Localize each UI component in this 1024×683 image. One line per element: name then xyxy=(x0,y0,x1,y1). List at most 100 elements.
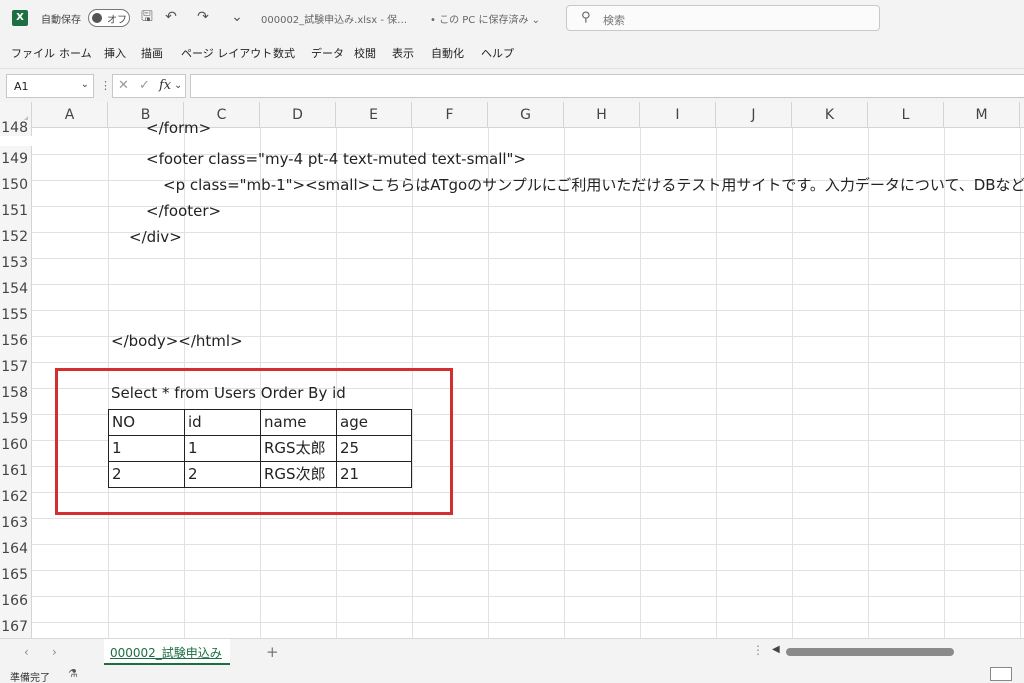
row-header-164[interactable]: 164 xyxy=(0,536,32,562)
tab-page-layout[interactable]: ページ レイアウト xyxy=(181,45,272,61)
name-box-value: A1 xyxy=(14,80,29,93)
column-header-l[interactable]: L xyxy=(868,102,944,128)
tab-automate[interactable]: 自動化 xyxy=(431,45,464,61)
row-header-161[interactable]: 161 xyxy=(0,458,32,484)
tab-split-icon[interactable]: ⋮ xyxy=(752,643,764,657)
excel-logo-icon: X xyxy=(12,10,28,26)
column-header-i[interactable]: I xyxy=(640,102,716,128)
insert-function-icon[interactable]: fx xyxy=(159,78,171,93)
tab-data[interactable]: データ xyxy=(311,45,344,61)
row-header-159[interactable]: 159 xyxy=(0,406,32,432)
cell-text-row-156[interactable]: </body></html> xyxy=(111,328,243,354)
gridline xyxy=(792,128,793,638)
tab-help[interactable]: ヘルプ xyxy=(481,45,514,61)
search-placeholder: 検索 xyxy=(603,14,625,27)
tab-insert[interactable]: 挿入 xyxy=(104,45,126,61)
horizontal-scrollbar[interactable]: ◀ xyxy=(772,644,1024,657)
row-header-160[interactable]: 160 xyxy=(0,432,32,458)
tab-file[interactable]: ファイル xyxy=(11,45,55,61)
autosave-state: オフ xyxy=(107,15,127,26)
gridline xyxy=(488,128,489,638)
redo-icon[interactable]: ↷ xyxy=(194,8,212,26)
column-header-d[interactable]: D xyxy=(260,102,336,128)
gridline xyxy=(32,544,1024,545)
fx-chevron-icon[interactable]: ⌄ xyxy=(174,80,182,91)
cell-text-row-151[interactable]: </footer> xyxy=(146,198,221,224)
gridline xyxy=(32,596,1024,597)
gridline xyxy=(564,128,565,638)
search-box[interactable]: ⚲ 検索 xyxy=(566,5,880,31)
row-header-166[interactable]: 166 xyxy=(0,588,32,614)
row-header-154[interactable]: 154 xyxy=(0,276,32,302)
gridline xyxy=(32,284,1024,285)
undo-icon[interactable]: ↶ xyxy=(162,8,180,26)
row-header-151[interactable]: 151 xyxy=(0,198,32,224)
cell-text-row-152[interactable]: </div> xyxy=(129,224,182,250)
scrollbar-thumb[interactable] xyxy=(786,648,954,656)
gridline xyxy=(32,518,1024,519)
column-header-f[interactable]: F xyxy=(412,102,488,128)
tab-home[interactable]: ホーム xyxy=(59,45,92,61)
row-header-162[interactable]: 162 xyxy=(0,484,32,510)
enter-icon[interactable]: ✓ xyxy=(139,78,150,93)
gridline xyxy=(32,258,1024,259)
row-header-152[interactable]: 152 xyxy=(0,224,32,250)
gridline xyxy=(944,128,945,638)
row-header-150[interactable]: 150 xyxy=(0,172,32,198)
title-bar: X 自動保存 オフ 🖫 ↶ ↷ ⌄ 000002_試験申込み.xlsx - 保…… xyxy=(0,0,1024,36)
save-state[interactable]: • この PC に保存済み ⌄ xyxy=(430,11,540,26)
row-header-149[interactable]: 149 xyxy=(0,146,32,172)
sheet-tab-bar: ‹ › 000002_試験申込み + ⋮ ◀ xyxy=(0,638,1024,666)
more-options-icon[interactable]: ⋮ xyxy=(100,79,111,92)
scroll-left-icon[interactable]: ◀ xyxy=(772,644,780,655)
prev-sheet-icon[interactable]: ‹ xyxy=(24,645,29,659)
autosave-toggle[interactable]: オフ xyxy=(88,9,130,27)
tab-formulas[interactable]: 数式 xyxy=(273,45,295,61)
column-header-j[interactable]: J xyxy=(716,102,792,128)
column-header-k[interactable]: K xyxy=(792,102,868,128)
row-header-155[interactable]: 155 xyxy=(0,302,32,328)
tab-view[interactable]: 表示 xyxy=(392,45,414,61)
highlight-box xyxy=(55,368,453,515)
cell-text-row-148[interactable]: </form> xyxy=(146,120,211,136)
add-sheet-icon[interactable]: + xyxy=(266,643,279,661)
cell-text-row-149[interactable]: <footer class="my-4 pt-4 text-muted text… xyxy=(146,146,526,172)
formula-input[interactable] xyxy=(190,74,1024,98)
row-header-158[interactable]: 158 xyxy=(0,380,32,406)
customize-toolbar-icon[interactable]: ⌄ xyxy=(228,8,246,26)
chevron-down-icon[interactable]: ⌄ xyxy=(81,79,89,90)
autosave-label: 自動保存 xyxy=(41,15,81,26)
row-header-165[interactable]: 165 xyxy=(0,562,32,588)
row-header-153[interactable]: 153 xyxy=(0,250,32,276)
gridline xyxy=(868,128,869,638)
formula-buttons: ✕ ✓ fx ⌄ xyxy=(112,74,186,98)
gridline xyxy=(32,570,1024,571)
ribbon-tabs: ファイル ホーム 挿入 描画 ページ レイアウト 数式 データ 校閲 表示 自動… xyxy=(0,36,1024,68)
cell-text-row-150[interactable]: <p class="mb-1"><small>こちらはATgoのサンプルにご利用… xyxy=(163,172,1024,198)
file-name[interactable]: 000002_試験申込み.xlsx - 保… xyxy=(261,11,407,26)
column-header-g[interactable]: G xyxy=(488,102,564,128)
cancel-icon[interactable]: ✕ xyxy=(118,78,129,93)
sheet-tab-active[interactable]: 000002_試験申込み xyxy=(104,639,230,665)
row-header-156[interactable]: 156 xyxy=(0,328,32,354)
formula-bar: A1 ⌄ ⋮ ✕ ✓ fx ⌄ xyxy=(0,68,1024,102)
column-header-h[interactable]: H xyxy=(564,102,640,128)
row-header-148[interactable]: 148 xyxy=(0,120,32,136)
row-header-157[interactable]: 157 xyxy=(0,354,32,380)
row-header-167[interactable]: 167 xyxy=(0,614,32,638)
accessibility-icon[interactable]: ⚗ xyxy=(68,667,78,680)
next-sheet-icon[interactable]: › xyxy=(52,645,57,659)
column-header-m[interactable]: M xyxy=(944,102,1020,128)
gridline xyxy=(1020,128,1021,638)
spreadsheet-grid[interactable]: A B C D E F G H I J K L M 148 149 150 15… xyxy=(0,102,1024,638)
normal-view-icon[interactable] xyxy=(990,667,1012,681)
save-icon[interactable]: 🖫 xyxy=(138,8,156,26)
tab-draw[interactable]: 描画 xyxy=(141,45,163,61)
row-header-163[interactable]: 163 xyxy=(0,510,32,536)
name-box[interactable]: A1 ⌄ xyxy=(6,74,94,98)
column-header-e[interactable]: E xyxy=(336,102,412,128)
tab-review[interactable]: 校閲 xyxy=(354,45,376,61)
toggle-knob xyxy=(92,13,102,23)
column-header-a[interactable]: A xyxy=(32,102,108,128)
search-icon: ⚲ xyxy=(581,10,591,25)
